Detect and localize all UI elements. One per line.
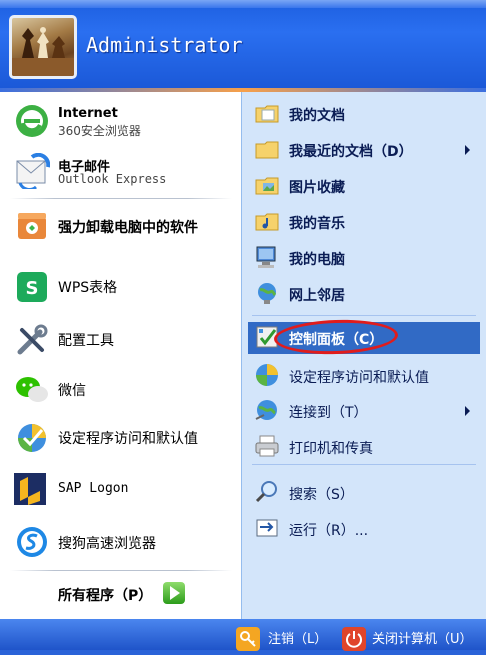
submenu-arrow-icon bbox=[465, 406, 470, 416]
recent-wechat[interactable]: 微信 bbox=[0, 368, 241, 412]
search-icon bbox=[255, 481, 277, 503]
recent-config-tool-label: 配置工具 bbox=[58, 333, 114, 349]
header-top-strip bbox=[0, 0, 486, 8]
chess-pieces-icon bbox=[12, 27, 74, 76]
my-computer-label: 我的电脑 bbox=[289, 252, 345, 268]
outlook-express-icon bbox=[16, 153, 50, 189]
printers-and-faxes[interactable]: 打印机和传真 bbox=[248, 433, 480, 461]
left-bottom-separator bbox=[10, 570, 232, 571]
run-icon bbox=[256, 519, 278, 537]
submenu-arrow-icon bbox=[465, 145, 470, 155]
folder-icon bbox=[255, 141, 279, 159]
left-separator bbox=[10, 198, 232, 199]
connect-globe-icon bbox=[255, 400, 277, 420]
connect-to-label: 连接到（T） bbox=[289, 405, 368, 421]
pinned-internet-sub: 360安全浏览器 bbox=[58, 124, 141, 138]
wps-spreadsheet-icon: S bbox=[17, 272, 47, 302]
run[interactable]: 运行（R）... bbox=[248, 515, 480, 543]
set-program-defaults[interactable]: 设定程序访问和默认值 bbox=[248, 362, 480, 390]
connect-to[interactable]: 连接到（T） bbox=[248, 397, 480, 425]
my-recent-documents-label: 我最近的文档（D） bbox=[289, 144, 413, 160]
folder-music-icon bbox=[255, 213, 279, 231]
recent-sogou-browser[interactable]: 搜狗高速浏览器 bbox=[0, 520, 241, 564]
user-avatar[interactable] bbox=[9, 15, 77, 79]
program-defaults-icon bbox=[256, 364, 278, 386]
sap-logon-icon bbox=[14, 473, 46, 505]
run-label: 运行（R）... bbox=[289, 523, 369, 539]
recent-wps-label: WPS表格 bbox=[58, 280, 118, 296]
pinned-email[interactable]: 电子邮件 Outlook Express bbox=[0, 149, 241, 191]
my-music[interactable]: 我的音乐 bbox=[248, 208, 480, 236]
right-separator-1 bbox=[252, 315, 476, 316]
recent-sogou-browser-label: 搜狗高速浏览器 bbox=[58, 536, 156, 552]
pinned-email-sub: Outlook Express bbox=[58, 172, 167, 186]
left-pane: Internet 360安全浏览器 电子邮件 Outlook Express 强… bbox=[0, 92, 241, 619]
all-programs-arrow-icon[interactable] bbox=[163, 582, 185, 604]
shutdown-button[interactable]: 关闭计算机（U） bbox=[338, 623, 483, 651]
start-menu-header: Administrator bbox=[0, 0, 486, 92]
my-computer[interactable]: 我的电脑 bbox=[248, 244, 480, 272]
svg-text:S: S bbox=[26, 278, 39, 299]
recent-config-tool[interactable]: 配置工具 bbox=[0, 318, 241, 362]
shutdown-label: 关闭计算机（U） bbox=[372, 632, 473, 647]
uninstaller-box-icon bbox=[18, 213, 46, 239]
recent-wechat-label: 微信 bbox=[58, 383, 86, 399]
program-defaults-icon bbox=[18, 424, 46, 452]
wrench-screwdriver-icon bbox=[17, 324, 48, 355]
right-separator-2 bbox=[252, 464, 476, 465]
my-documents[interactable]: 我的文档 bbox=[248, 100, 480, 128]
recent-program-defaults-label: 设定程序访问和默认值 bbox=[58, 431, 198, 447]
recent-program-defaults[interactable]: 设定程序访问和默认值 bbox=[0, 416, 241, 460]
my-pictures-label: 图片收藏 bbox=[289, 180, 345, 196]
printers-and-faxes-label: 打印机和传真 bbox=[289, 441, 373, 457]
printer-icon bbox=[255, 435, 279, 457]
network-globe-icon bbox=[258, 283, 277, 304]
wechat-icon bbox=[16, 377, 48, 402]
search[interactable]: 搜索（S） bbox=[248, 479, 480, 507]
pinned-internet[interactable]: Internet 360安全浏览器 bbox=[0, 100, 241, 142]
pinned-internet-name: Internet bbox=[58, 106, 118, 121]
set-program-defaults-label: 设定程序访问和默认值 bbox=[289, 370, 429, 386]
computer-icon bbox=[256, 246, 276, 268]
recent-uninstaller[interactable]: 强力卸载电脑中的软件 bbox=[0, 203, 241, 247]
start-menu: Administrator Internet 360安全浏览器 电子邮件 Out… bbox=[0, 0, 486, 651]
folder-pictures-icon bbox=[255, 177, 279, 195]
folder-documents-icon bbox=[255, 105, 279, 123]
recent-sap-logon-label: SAP Logon bbox=[58, 481, 129, 496]
my-documents-label: 我的文档 bbox=[289, 108, 345, 124]
recent-wps[interactable]: S WPS表格 bbox=[0, 265, 241, 309]
search-label: 搜索（S） bbox=[289, 487, 354, 503]
power-icon bbox=[342, 627, 366, 651]
logoff-label: 注销（L） bbox=[268, 632, 328, 647]
recent-sap-logon[interactable]: SAP Logon bbox=[0, 468, 241, 512]
key-icon bbox=[236, 627, 260, 651]
username-label: Administrator bbox=[86, 33, 243, 57]
my-network-places[interactable]: 网上邻居 bbox=[248, 280, 480, 308]
start-menu-footer: 注销（L） 关闭计算机（U） bbox=[0, 619, 486, 651]
recent-uninstaller-label: 强力卸载电脑中的软件 bbox=[58, 220, 198, 236]
sogou-browser-icon bbox=[17, 527, 47, 557]
360-browser-icon bbox=[16, 105, 48, 137]
logoff-button[interactable]: 注销（L） bbox=[232, 623, 332, 651]
all-programs-button[interactable]: 所有程序（P） bbox=[58, 585, 152, 605]
my-network-places-label: 网上邻居 bbox=[289, 288, 345, 304]
my-pictures[interactable]: 图片收藏 bbox=[248, 172, 480, 200]
my-recent-documents[interactable]: 我最近的文档（D） bbox=[248, 136, 480, 164]
my-music-label: 我的音乐 bbox=[289, 216, 345, 232]
